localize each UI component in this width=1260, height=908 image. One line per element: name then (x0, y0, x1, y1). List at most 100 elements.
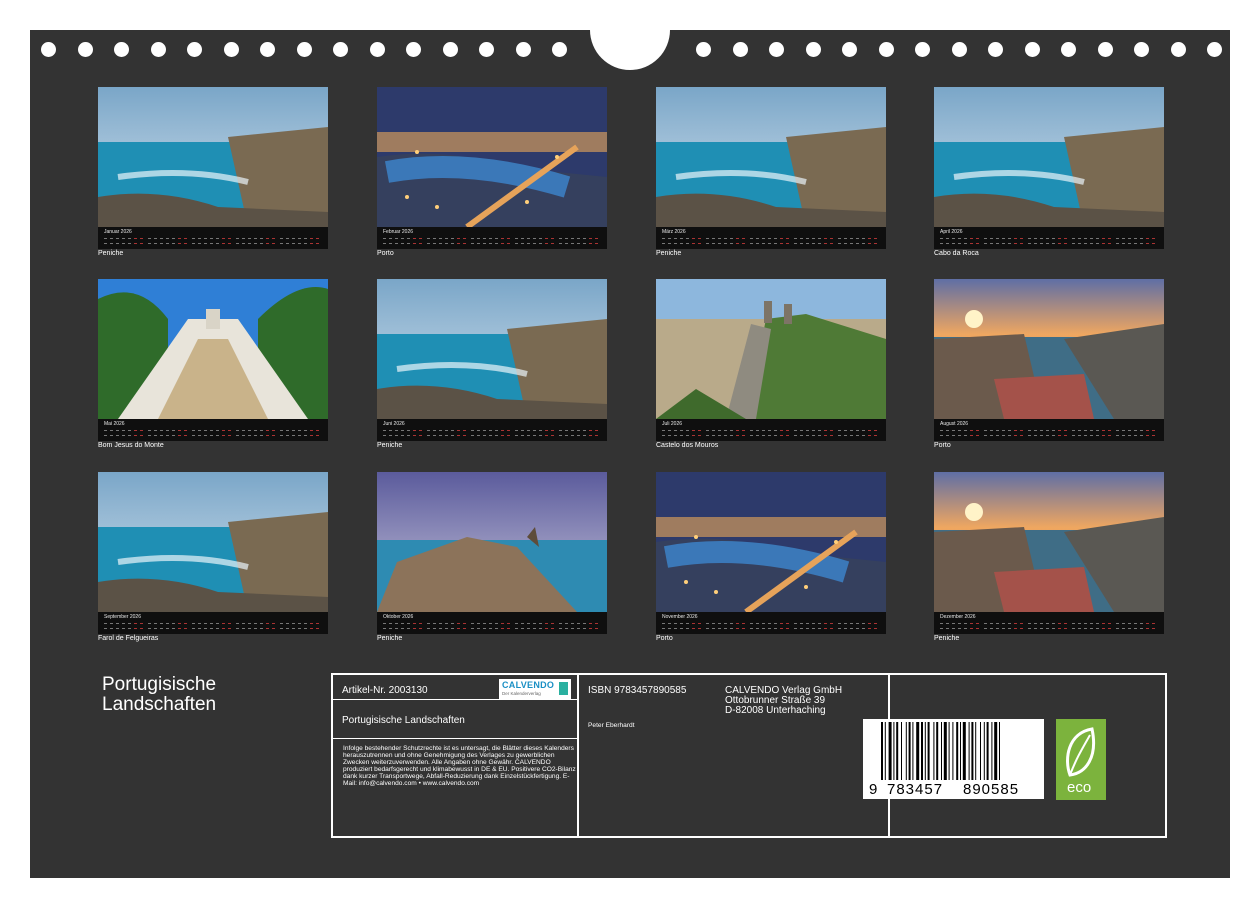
photo-caption: Porto (656, 635, 673, 642)
binding-hole (769, 42, 784, 57)
info-divider-line-2 (331, 738, 579, 740)
binding-hole (1061, 42, 1076, 57)
month-thumbnail: Februar 2026 Porto (377, 87, 607, 259)
month-name: Juli 2026 (662, 421, 683, 427)
calendar-strip: September 2026 (98, 612, 328, 634)
binding-hole (260, 42, 275, 57)
photo-caption: Peniche (377, 442, 403, 449)
landscape-photo (656, 472, 886, 612)
calendar-back-cover: Januar 2026 Peniche Februar 2026 Porto Mär… (30, 30, 1230, 878)
binding-hole (552, 42, 567, 57)
photo-caption: Cabo da Roca (934, 250, 979, 257)
binding-hole (842, 42, 857, 57)
landscape-photo (934, 87, 1164, 227)
month-photo (656, 87, 886, 227)
binding-hole (696, 42, 711, 57)
calendar-strip: November 2026 (656, 612, 886, 634)
photo-caption: Porto (934, 442, 951, 449)
binding-hole (333, 42, 348, 57)
day-grid (383, 428, 601, 439)
month-photo (377, 472, 607, 612)
eco-label: eco (1067, 779, 1092, 796)
binding-hole (41, 42, 56, 57)
isbn: ISBN 9783457890585 (588, 685, 687, 696)
photo-caption: Porto (377, 250, 394, 257)
calendar-strip: August 2026 (934, 419, 1164, 441)
landscape-photo (934, 472, 1164, 612)
month-photo (377, 87, 607, 227)
month-photo (98, 472, 328, 612)
legal-notice: Infolge bestehender Schutzrechte ist es … (343, 745, 576, 787)
day-grid (104, 621, 322, 632)
info-left-panel: Artikel-Nr. 2003130 CALVENDO Der Kalende… (331, 673, 579, 838)
month-photo (934, 87, 1164, 227)
day-grid (940, 428, 1158, 439)
barcode-digit-lead: 9 (869, 781, 878, 798)
binding-hole (1024, 42, 1040, 57)
article-number: Artikel-Nr. 2003130 (342, 685, 428, 696)
binding-hole (479, 42, 494, 57)
calendar-strip: Juni 2026 (377, 419, 607, 441)
photo-caption: Peniche (934, 635, 960, 642)
month-photo (98, 87, 328, 227)
landscape-photo (656, 279, 886, 419)
calendar-strip: Oktober 2026 (377, 612, 607, 634)
calendar-strip: Februar 2026 (377, 227, 607, 249)
month-thumbnail: April 2026 Cabo da Roca (934, 87, 1164, 259)
month-thumbnail: Oktober 2026 Peniche (377, 472, 607, 644)
month-thumbnail: Juni 2026 Peniche (377, 279, 607, 451)
day-grid (940, 236, 1158, 247)
day-grid (940, 621, 1158, 632)
barcode-digits-left: 783457 (887, 781, 944, 798)
photo-caption: Bom Jesus do Monte (98, 442, 164, 449)
title-line-1: Portugisische (102, 674, 217, 695)
isbn-barcode: 9 783457 890585 (863, 719, 1044, 799)
month-photo (377, 279, 607, 419)
day-grid (662, 428, 880, 439)
binding-hole (296, 42, 312, 57)
month-name: Juni 2026 (383, 421, 405, 427)
binding-hole (1134, 42, 1149, 57)
month-name: Februar 2026 (383, 229, 414, 235)
month-photo (98, 279, 328, 419)
day-grid (662, 236, 880, 247)
month-thumbnail: März 2026 Peniche (656, 87, 886, 259)
binding-hole (1097, 42, 1113, 57)
info-divider-line (331, 699, 579, 701)
binding-hole (988, 42, 1003, 57)
day-grid (104, 236, 322, 247)
month-name: August 2026 (940, 421, 969, 427)
month-thumbnail: November 2026 Porto (656, 472, 886, 644)
month-name: Dezember 2026 (940, 614, 976, 620)
eco-badge: eco (1056, 719, 1106, 800)
calendar-strip: Mai 2026 (98, 419, 328, 441)
calendar-strip: Dezember 2026 (934, 612, 1164, 634)
landscape-photo (377, 279, 607, 419)
photo-caption: Peniche (98, 250, 124, 257)
binding-hole (114, 42, 129, 57)
photo-caption: Farol de Felgueiras (98, 635, 159, 642)
binding-hole (406, 42, 421, 57)
binding-hole (223, 42, 239, 57)
photo-caption: Peniche (377, 635, 403, 642)
month-photo (656, 279, 886, 419)
month-thumbnail: Januar 2026 Peniche (98, 87, 328, 259)
day-grid (383, 621, 601, 632)
month-thumbnail: Mai 2026 Bom Jesus do Monte (98, 279, 328, 451)
binding-hole (1170, 42, 1186, 57)
landscape-photo (98, 279, 328, 419)
landscape-photo (656, 87, 886, 227)
info-middle-panel: ISBN 9783457890585 Peter Eberhardt CALVE… (577, 673, 890, 838)
month-name: Oktober 2026 (383, 614, 414, 620)
binding-hole (369, 42, 385, 57)
month-thumbnail: September 2026 Farol de Felgueiras (98, 472, 328, 644)
landscape-photo (98, 472, 328, 612)
photo-caption: Peniche (656, 250, 682, 257)
logo-text: CALVENDO (502, 680, 555, 690)
landscape-photo (377, 87, 607, 227)
hanger-notch (590, 30, 670, 70)
binding-hole (515, 42, 531, 57)
calendar-strip: Juli 2026 (656, 419, 886, 441)
month-photo (934, 472, 1164, 612)
title-line-2: Landschaften (102, 694, 217, 715)
